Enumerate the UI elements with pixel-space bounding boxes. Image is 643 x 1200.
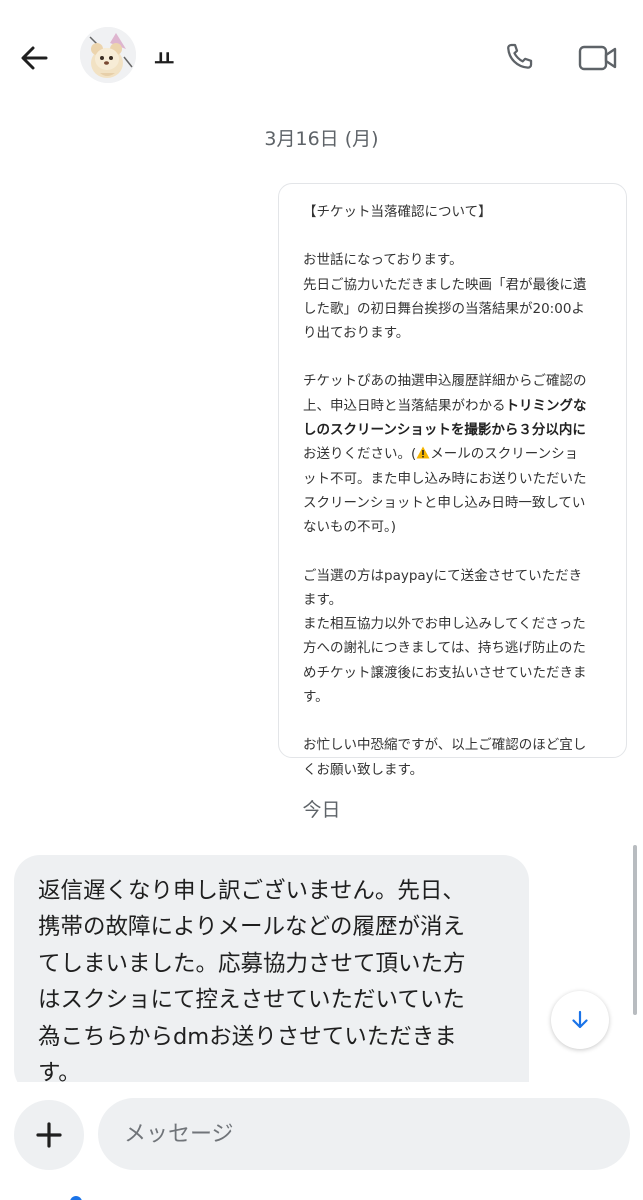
partial-icon bbox=[70, 1196, 82, 1200]
avatar-image bbox=[80, 27, 136, 83]
arrow-down-icon bbox=[572, 1010, 588, 1029]
message-bold-text: しのスクリーンショットを撮影から３分以内に bbox=[303, 422, 586, 439]
scroll-to-bottom-button[interactable] bbox=[551, 991, 609, 1049]
chat-header: ㅛ bbox=[0, 0, 643, 110]
message-line: 携帯の故障によりメールなどの履歴が消え bbox=[38, 914, 466, 941]
message-input[interactable] bbox=[98, 1098, 630, 1170]
message-line: また相互協力以外でお申し込みしてくださった bbox=[303, 616, 586, 633]
video-camera-icon bbox=[578, 45, 617, 71]
chat-screen: ㅛ 3月16日 (月) 【チケット当落確認について】 お世話になっております。 … bbox=[0, 0, 643, 1200]
contact-name[interactable]: ㅛ bbox=[154, 42, 174, 74]
message-line: 返信遅くなり申し訳ございません。先日、 bbox=[38, 878, 465, 904]
message-line: す。 bbox=[303, 689, 329, 706]
message-text: お送りください。( bbox=[303, 446, 417, 463]
message-line: 上、申込日時と当落結果がわかるトリミングな bbox=[303, 394, 612, 418]
message-text: メールのスクリーンショ bbox=[430, 446, 579, 463]
message-line: お世話になっております。 bbox=[303, 252, 463, 269]
message-line: 方への謝礼につきましては、持ち逃げ防止のた bbox=[303, 640, 586, 657]
message-line: ないもの不可。) bbox=[303, 519, 397, 536]
message-bold-text: トリミングな bbox=[505, 397, 587, 414]
message-line: 先日ご協力いただきました映画「君が最後に遺 bbox=[303, 276, 587, 293]
voice-call-button[interactable] bbox=[500, 38, 538, 76]
message-line: はスクショにて控えさせていただいていた bbox=[38, 987, 465, 1014]
message-text: 上、申込日時と当落結果がわかる bbox=[303, 397, 506, 414]
message-line: ご当選の方はpaypayにて送金させていただき bbox=[303, 567, 583, 584]
message-line: ット不可。また申し込み時にお送りいただいた bbox=[303, 470, 587, 487]
message-line: り出ております。 bbox=[303, 325, 410, 342]
message-line: お忙しい中恐縮ですが、以上ご確認のほど宜し bbox=[303, 737, 587, 754]
message-line: ます。 bbox=[303, 591, 343, 608]
message-line: てしまいました。応募協力させて頂いた方 bbox=[38, 950, 466, 977]
message-line: チケットぴあの抽選申込履歴詳細からご確認の bbox=[303, 373, 587, 390]
date-separator-today: 今日 bbox=[302, 799, 341, 821]
message-line: しのスクリーンショットを撮影から３分以内に bbox=[303, 418, 612, 442]
incoming-message-card[interactable]: 【チケット当落確認について】 お世話になっております。 先日ご協力いただきました… bbox=[278, 183, 627, 778]
video-call-button[interactable] bbox=[576, 40, 620, 76]
message-line: した歌」の初日舞台挨拶の当落結果が20:00よ bbox=[303, 300, 585, 317]
back-button[interactable] bbox=[14, 38, 54, 78]
attach-button[interactable] bbox=[14, 1100, 84, 1170]
date-separator: 3月16日 (月) bbox=[264, 128, 379, 150]
message-line: スクリーンショットと申し込み日時一致してい bbox=[303, 494, 586, 511]
avatar[interactable] bbox=[80, 27, 136, 83]
message-composer bbox=[0, 1082, 643, 1200]
message-line: 為こちらからdmお送りさせていただきま bbox=[38, 1023, 457, 1050]
arrow-left-icon bbox=[21, 46, 48, 70]
message-line: くお願い致します。 bbox=[303, 761, 424, 778]
plus-icon bbox=[36, 1122, 62, 1148]
message-line: めチケット譲渡後にお支払いさせていただきま bbox=[303, 664, 587, 681]
scrollbar[interactable] bbox=[633, 845, 637, 1015]
warning-icon bbox=[416, 443, 430, 459]
outgoing-message-bubble[interactable]: 返信遅くなり申し訳ございません。先日、 携帯の故障によりメールなどの履歴が消え … bbox=[14, 855, 529, 1095]
message-title: 【チケット当落確認について】 bbox=[303, 204, 492, 220]
phone-icon bbox=[507, 43, 533, 69]
message-line: お送りください。( メールのスクリーンショ bbox=[303, 442, 612, 466]
